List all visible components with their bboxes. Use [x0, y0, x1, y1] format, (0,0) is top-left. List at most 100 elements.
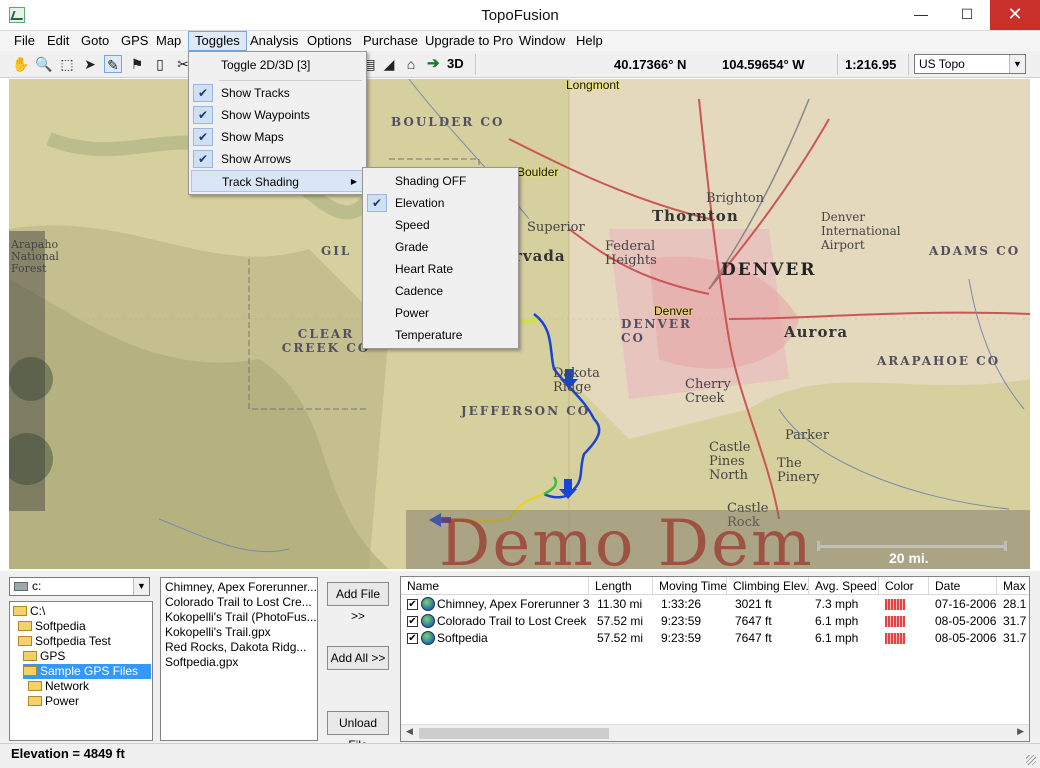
column-header-name[interactable]: Name	[401, 577, 589, 595]
map-label-gilpin: GIL	[321, 244, 352, 258]
column-header-length[interactable]: Length	[589, 577, 653, 595]
elevation-profile-icon[interactable]: ◢	[380, 55, 398, 73]
folder-open-icon	[13, 606, 27, 616]
menu-map[interactable]: Map	[150, 31, 187, 51]
chevron-down-icon[interactable]: ▼	[133, 578, 149, 595]
folder-open-icon	[23, 651, 37, 661]
file-item[interactable]: Red Rocks, Dakota Ridg...	[165, 640, 306, 655]
toolbar-divider	[475, 54, 476, 75]
menu-shading-power[interactable]: Power	[365, 302, 516, 324]
tree-node-gps[interactable]: GPS	[23, 649, 65, 664]
zoom-icon[interactable]: 🔍	[35, 55, 53, 73]
file-item[interactable]: Kokopelli's Trail.gpx	[165, 625, 271, 640]
minimize-button[interactable]: —	[898, 0, 944, 30]
menu-upgrade[interactable]: Upgrade to Pro	[419, 31, 519, 51]
column-header-color[interactable]: Color	[879, 577, 929, 595]
drive-select[interactable]: c: ▼	[9, 577, 150, 596]
submenu-arrow-icon: ▶	[350, 177, 357, 186]
track-color-swatch[interactable]	[885, 616, 905, 627]
folder-tree[interactable]: C:\ Softpedia Softpedia Test GPS Sample …	[9, 601, 153, 741]
map-label-brighton: Brighton	[706, 191, 765, 206]
resize-grip-icon[interactable]	[1026, 755, 1036, 765]
track-length: 57.52 mi	[597, 631, 644, 645]
menu-shading-cadence[interactable]: Cadence	[365, 280, 516, 302]
maximize-button[interactable]: ☐	[944, 0, 990, 30]
3d-toggle-button[interactable]: 3D	[447, 56, 464, 71]
menu-shading-off[interactable]: Shading OFF	[365, 170, 516, 192]
menu-gps[interactable]: GPS	[115, 31, 154, 51]
file-item[interactable]: Colorado Trail to Lost Cre...	[165, 595, 312, 610]
chevron-down-icon[interactable]: ▼	[1009, 55, 1025, 73]
map-label-thornton: Thornton	[652, 207, 739, 225]
pan-hand-icon[interactable]: ✋	[12, 55, 30, 73]
row-checkbox[interactable]: ✔	[407, 599, 418, 610]
unload-file-button[interactable]: Unload File	[327, 711, 389, 752]
menu-track-shading[interactable]: Track Shading ▶	[191, 170, 364, 192]
tree-node-softpedia[interactable]: Softpedia	[18, 619, 86, 634]
file-item[interactable]: Kokopelli's Trail (PhotoFus...	[165, 610, 317, 625]
menu-analysis[interactable]: Analysis	[244, 31, 304, 51]
tree-node-c-drive[interactable]: C:\	[13, 604, 45, 619]
horizontal-scrollbar[interactable]: ◀ ▶	[401, 724, 1029, 741]
menu-toggles[interactable]: Toggles	[188, 31, 247, 51]
menu-show-waypoints[interactable]: ✔ Show Waypoints	[191, 104, 364, 126]
arrow-right-icon[interactable]: ➔	[427, 54, 440, 72]
row-checkbox[interactable]: ✔	[407, 616, 418, 627]
menu-shading-speed[interactable]: Speed	[365, 214, 516, 236]
menu-show-maps[interactable]: ✔ Show Maps	[191, 126, 364, 148]
column-header-max-speed[interactable]: Max S	[997, 577, 1029, 595]
map-label-adams-co: ADAMS CO	[929, 244, 1021, 258]
select-box-icon[interactable]: ⬚	[58, 55, 76, 73]
menu-goto[interactable]: Goto	[75, 31, 115, 51]
map-type-select[interactable]: US Topo ▼	[914, 54, 1026, 74]
column-header-climbing[interactable]: Climbing Elev.	[727, 577, 809, 595]
column-header-date[interactable]: Date	[929, 577, 997, 595]
menu-show-tracks[interactable]: ✔ Show Tracks	[191, 82, 364, 104]
gps-file-list[interactable]: Chimney, Apex Forerunner... Colorado Tra…	[160, 577, 318, 741]
map-label-superior: Superior	[527, 220, 585, 235]
menu-help[interactable]: Help	[570, 31, 609, 51]
map-view[interactable]: Longmont BOULDER CO Boulder Thornton Bri…	[9, 79, 1030, 569]
toolbar: ✋ 🔍 ⬚ ➤ ✎ ⚑ ▯ ✂ ▤ ◢ ⌂ ➔ 3D 40.17366° N 1…	[0, 51, 1040, 78]
menu-window[interactable]: Window	[513, 31, 571, 51]
row-checkbox[interactable]: ✔	[407, 633, 418, 644]
map-label-the-pinery: The Pinery	[777, 456, 820, 485]
menu-purchase[interactable]: Purchase	[357, 31, 424, 51]
gps-device-icon[interactable]: ⌂	[402, 55, 420, 73]
draw-track-icon[interactable]: ✎	[104, 55, 122, 73]
scroll-left-icon[interactable]: ◀	[406, 726, 413, 737]
map-label-jefferson-co: JEFFERSON CO	[461, 404, 591, 418]
column-header-avg-speed[interactable]: Avg. Speed	[809, 577, 879, 595]
track-table[interactable]: Name Length Moving Time Climbing Elev. A…	[400, 576, 1030, 742]
waypoint-flag-icon[interactable]: ⚑	[128, 55, 146, 73]
map-label-dakota-ridge: Dakota Ridge	[553, 366, 600, 395]
latitude-readout: 40.17366° N	[614, 57, 687, 72]
close-button[interactable]: ✕	[990, 0, 1040, 30]
menu-shading-elevation[interactable]: ✔ Elevation	[365, 192, 516, 214]
add-file-button[interactable]: Add File >>	[327, 582, 389, 623]
toolbar-divider	[908, 54, 909, 75]
marker-icon[interactable]: ▯	[151, 55, 169, 73]
add-all-button[interactable]: Add All >>	[327, 646, 389, 670]
tree-node-sample-gps-files[interactable]: Sample GPS Files	[23, 664, 151, 679]
menu-shading-heart-rate[interactable]: Heart Rate	[365, 258, 516, 280]
tree-node-network[interactable]: Network	[28, 679, 89, 694]
pointer-icon[interactable]: ➤	[81, 55, 99, 73]
tree-node-power[interactable]: Power	[28, 694, 79, 709]
menu-edit[interactable]: Edit	[41, 31, 75, 51]
file-item[interactable]: Chimney, Apex Forerunner...	[165, 580, 317, 595]
menu-toggle-2d-3d[interactable]: Toggle 2D/3D [3]	[191, 54, 364, 76]
map-label-boulder: Boulder	[517, 165, 559, 179]
column-header-moving-time[interactable]: Moving Time	[653, 577, 727, 595]
menu-shading-grade[interactable]: Grade	[365, 236, 516, 258]
scroll-right-icon[interactable]: ▶	[1017, 726, 1024, 737]
track-color-swatch[interactable]	[885, 599, 905, 610]
track-color-swatch[interactable]	[885, 633, 905, 644]
menu-shading-temperature[interactable]: Temperature	[365, 324, 516, 346]
scrollbar-thumb[interactable]	[419, 728, 609, 739]
tree-node-softpedia-test[interactable]: Softpedia Test	[18, 634, 111, 649]
file-item[interactable]: Softpedia.gpx	[165, 655, 238, 670]
menu-file[interactable]: File	[8, 31, 41, 51]
menu-show-arrows[interactable]: ✔ Show Arrows	[191, 148, 364, 170]
menu-options[interactable]: Options	[301, 31, 358, 51]
